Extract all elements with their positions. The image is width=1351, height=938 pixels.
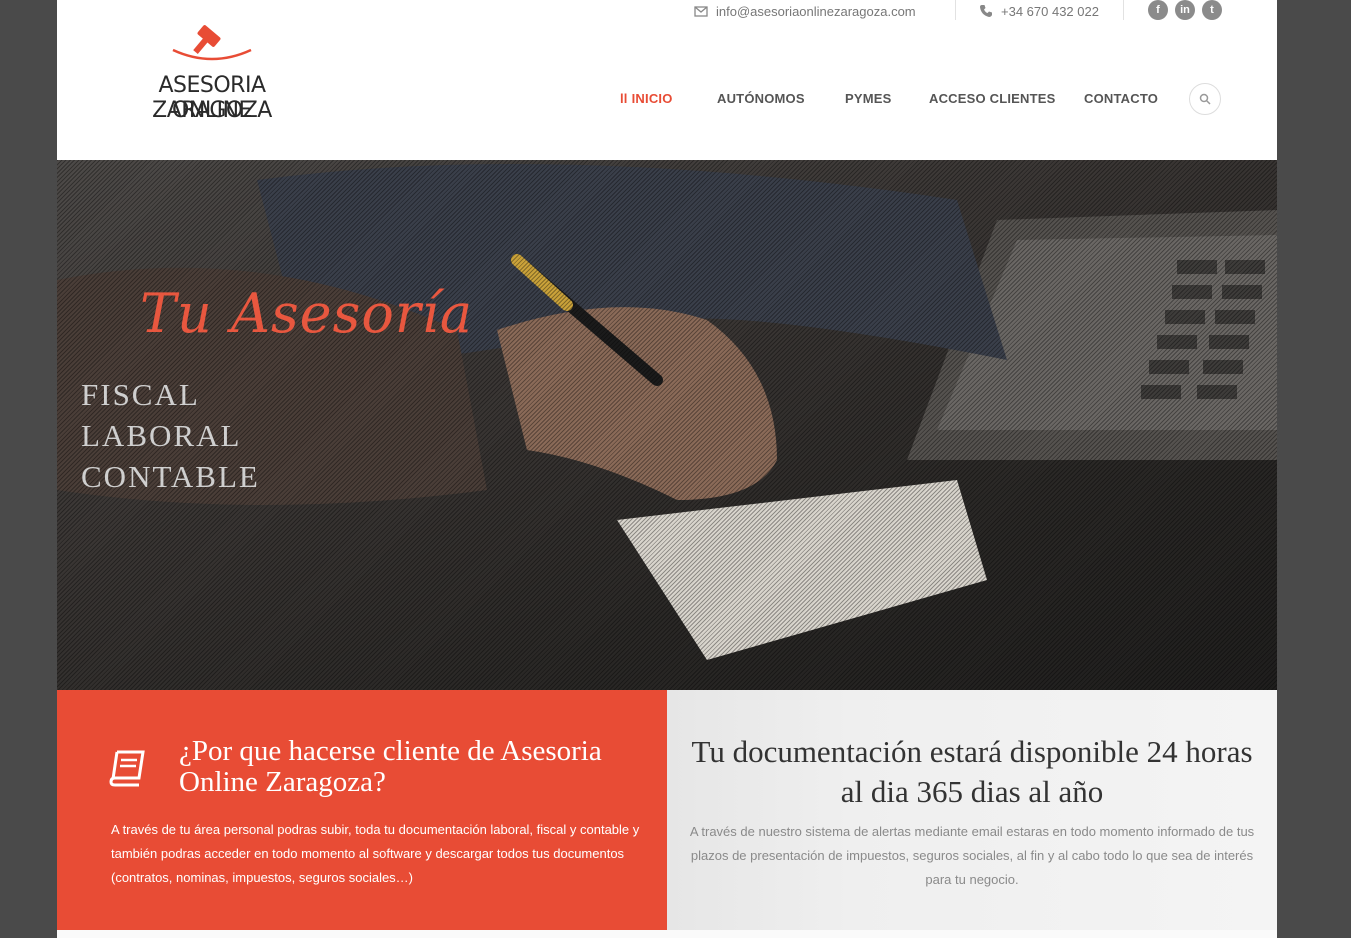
nav-item-autonomos[interactable]: AUTÓNOMOS <box>717 91 805 106</box>
availability-panel: Tu documentación estará disponible 24 ho… <box>667 690 1277 930</box>
availability-text: A través de nuestro sistema de alertas m… <box>689 824 1255 887</box>
logo-text-line2: ZARAGOZA <box>152 98 272 123</box>
topbar-phone[interactable]: +34 670 432 022 <box>979 0 1099 22</box>
topbar-email[interactable]: info@asesoriaonlinezaragoza.com <box>694 0 916 22</box>
gavel-logo-icon <box>172 25 252 61</box>
site-header: ASESORIA ONLINE ZARAGOZA info@asesoriaon… <box>57 0 1277 160</box>
twitter-icon[interactable]: t <box>1202 0 1222 20</box>
topbar-divider <box>1123 0 1124 20</box>
nav-item-inicio[interactable]: ll INICIO <box>620 91 673 106</box>
nav-item-contacto[interactable]: CONTACTO <box>1084 91 1158 106</box>
availability-title: Tu documentación estará disponible 24 ho… <box>691 734 1253 809</box>
site-logo[interactable]: ASESORIA ONLINE ZARAGOZA <box>117 18 307 128</box>
envelope-icon <box>694 6 708 17</box>
topbar-divider <box>955 0 956 20</box>
nav-item-inicio-label: INICIO <box>631 91 673 106</box>
facebook-glyph: f <box>1156 4 1160 16</box>
hero-title: Tu Asesoría <box>140 282 474 345</box>
search-icon <box>1199 93 1211 105</box>
topbar-email-text[interactable]: info@asesoriaonlinezaragoza.com <box>716 4 916 19</box>
page: ASESORIA ONLINE ZARAGOZA info@asesoriaon… <box>57 0 1277 938</box>
why-client-text: A través de tu área personal podras subi… <box>111 822 640 885</box>
hero-word-fiscal: FISCAL <box>81 377 200 412</box>
hero-word-laboral: LABORAL <box>81 418 242 453</box>
twitter-glyph: t <box>1210 4 1214 16</box>
why-client-panel: ¿Por que hacerse cliente de Asesoria Onl… <box>57 690 667 930</box>
phone-icon <box>980 5 992 17</box>
linkedin-glyph: in <box>1180 4 1190 16</box>
nav-item-pymes[interactable]: PYMES <box>845 91 892 106</box>
search-button[interactable] <box>1189 83 1221 115</box>
hero-word-contable: CONTABLE <box>81 459 260 494</box>
active-marker-icon: ll <box>620 91 628 106</box>
linkedin-icon[interactable]: in <box>1175 0 1195 20</box>
book-icon <box>109 750 145 787</box>
why-client-title: ¿Por que hacerse cliente de Asesoria Onl… <box>179 735 602 798</box>
facebook-icon[interactable]: f <box>1148 0 1168 20</box>
topbar-phone-text[interactable]: +34 670 432 022 <box>1001 4 1099 19</box>
hero-banner: Tu Asesoría FISCAL LABORAL CONTABLE <box>57 160 1277 690</box>
nav-item-acceso-clientes[interactable]: ACCESO CLIENTES <box>929 91 1056 106</box>
bottom-strip <box>57 930 1277 938</box>
